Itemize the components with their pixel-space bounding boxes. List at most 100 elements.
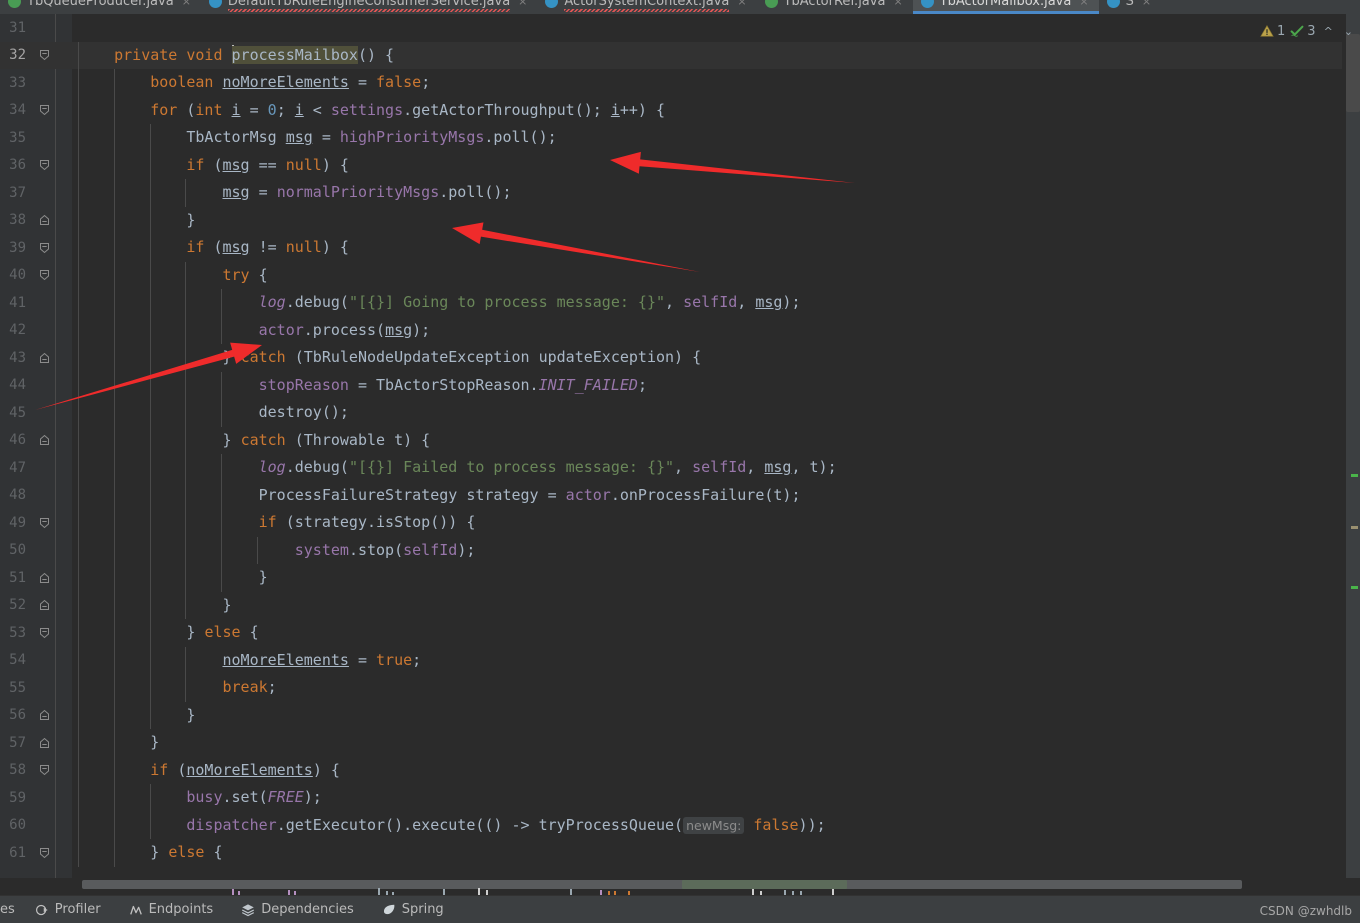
inspection-ok-indicator[interactable]: 3	[1290, 24, 1316, 39]
code-line-31[interactable]	[72, 14, 1342, 42]
gutter-line-45[interactable]: 45	[0, 399, 72, 427]
code-line-55[interactable]: break;	[72, 674, 1342, 702]
close-icon[interactable]: ×	[1079, 0, 1088, 8]
code-line-37[interactable]: msg = normalPriorityMsgs.poll();	[72, 179, 1342, 207]
code-line-34[interactable]: for (int i = 0; i < settings.getActorThr…	[72, 96, 1342, 124]
scrollbar-thumb[interactable]	[1346, 34, 1360, 112]
gutter-line-60[interactable]: 60	[0, 812, 72, 840]
fold-expand-icon[interactable]	[39, 710, 50, 721]
fold-collapse-icon[interactable]	[39, 50, 50, 61]
code-line-58[interactable]: if (noMoreElements) {	[72, 756, 1342, 784]
code-line-53[interactable]: } else {	[72, 619, 1342, 647]
close-icon[interactable]: ×	[182, 0, 191, 8]
gutter-line-46[interactable]: 46	[0, 427, 72, 455]
code-line-60[interactable]: dispatcher.getExecutor().execute(() -> t…	[72, 811, 1342, 839]
editor-minimap-strip[interactable]	[0, 887, 1360, 895]
editor-tab-s[interactable]: S ×	[1099, 0, 1161, 14]
warning-indicator[interactable]: 1	[1260, 24, 1285, 39]
fold-expand-icon[interactable]	[39, 435, 50, 446]
bottom-tool-dependencies[interactable]: Dependencies	[227, 896, 368, 923]
gutter-line-36[interactable]: 36	[0, 152, 72, 180]
gutter-line-50[interactable]: 50	[0, 537, 72, 565]
editor-tab-tbqueueproducer-java[interactable]: TbQueueProducer.java ×	[0, 0, 201, 14]
fold-expand-icon[interactable]	[39, 215, 50, 226]
code-line-44[interactable]: stopReason = TbActorStopReason.INIT_FAIL…	[72, 371, 1342, 399]
gutter-line-33[interactable]: 33	[0, 69, 72, 97]
code-line-40[interactable]: try {	[72, 261, 1342, 289]
editor-tab-tbactorref-java[interactable]: TbActorRef.java ×	[757, 0, 913, 14]
code-line-43[interactable]: } catch (TbRuleNodeUpdateException updat…	[72, 344, 1342, 372]
code-line-59[interactable]: busy.set(FREE);	[72, 784, 1342, 812]
gutter-line-56[interactable]: 56	[0, 702, 72, 730]
gutter-line-42[interactable]: 42	[0, 317, 72, 345]
close-icon[interactable]: ×	[518, 0, 527, 8]
editor-tab-defaulttbruleengineconsumerservice-java[interactable]: DefaultTbRuleEngineConsumerService.java ×	[201, 0, 537, 14]
editor-tab-bar[interactable]: TbQueueProducer.java × DefaultTbRuleEngine…	[0, 0, 1360, 14]
editor-gutter[interactable]: 31 32 33 34 35 36 37 38 39 40 41 42 43 44 45 46 47 48 49 50…	[0, 14, 72, 878]
code-line-32[interactable]: private void processMailbox() {	[72, 41, 1342, 69]
gutter-line-49[interactable]: 49	[0, 509, 72, 537]
code-line-54[interactable]: noMoreElements = true;	[72, 646, 1342, 674]
gutter-line-52[interactable]: 52	[0, 592, 72, 620]
bottom-tool-window-bar[interactable]: es Profiler Endpoints Dependencies Spring CSD…	[0, 895, 1360, 923]
marker-scrollbar[interactable]	[1346, 14, 1360, 878]
gutter-line-34[interactable]: 34	[0, 97, 72, 125]
editor-tab-actorsystemcontext-java[interactable]: ActorSystemContext.java ×	[537, 0, 756, 14]
marker-bar-mark[interactable]	[1351, 526, 1358, 529]
code-line-51[interactable]: }	[72, 564, 1342, 592]
gutter-line-38[interactable]: 38	[0, 207, 72, 235]
inspection-widget[interactable]: 1 3 ^ ⌄	[1260, 20, 1356, 42]
gutter-line-61[interactable]: 61	[0, 839, 72, 867]
gutter-line-55[interactable]: 55	[0, 674, 72, 702]
code-line-61[interactable]: } else {	[72, 839, 1342, 867]
bottom-tool-profiler[interactable]: Profiler	[21, 896, 115, 923]
gutter-line-37[interactable]: 37	[0, 179, 72, 207]
gutter-line-44[interactable]: 44	[0, 372, 72, 400]
gutter-line-59[interactable]: 59	[0, 784, 72, 812]
code-line-49[interactable]: if (strategy.isStop()) {	[72, 509, 1342, 537]
editor-tab-tbactormailbox-java[interactable]: TbActorMailbox.java ×	[912, 0, 1099, 14]
fold-expand-icon[interactable]	[39, 352, 50, 363]
code-editor[interactable]: 31 32 33 34 35 36 37 38 39 40 41 42 43 44 45 46 47 48 49 50…	[0, 14, 1360, 878]
fold-collapse-icon[interactable]	[39, 270, 50, 281]
fold-collapse-icon[interactable]	[39, 517, 50, 528]
chevron-down-icon[interactable]: ⌄	[1341, 25, 1356, 38]
code-line-48[interactable]: ProcessFailureStrategy strategy = actor.…	[72, 481, 1342, 509]
gutter-line-47[interactable]: 47	[0, 454, 72, 482]
fold-expand-icon[interactable]	[39, 600, 50, 611]
code-line-57[interactable]: }	[72, 729, 1342, 757]
code-line-33[interactable]: boolean noMoreElements = false;	[72, 69, 1342, 97]
fold-expand-icon[interactable]	[39, 737, 50, 748]
gutter-line-48[interactable]: 48	[0, 482, 72, 510]
fold-collapse-icon[interactable]	[39, 105, 50, 116]
marker-bar-mark[interactable]	[1351, 474, 1358, 477]
gutter-line-31[interactable]: 31	[0, 14, 72, 42]
code-line-36[interactable]: if (msg == null) {	[72, 151, 1342, 179]
marker-bar-mark[interactable]	[1351, 586, 1358, 589]
code-line-35[interactable]: TbActorMsg msg = highPriorityMsgs.poll()…	[72, 124, 1342, 152]
code-line-45[interactable]: destroy();	[72, 399, 1342, 427]
close-icon[interactable]: ×	[737, 0, 746, 8]
gutter-line-54[interactable]: 54	[0, 647, 72, 675]
gutter-line-39[interactable]: 39	[0, 234, 72, 262]
code-line-56[interactable]: }	[72, 701, 1342, 729]
code-line-42[interactable]: actor.process(msg);	[72, 316, 1342, 344]
bottom-tool-spring[interactable]: Spring	[368, 896, 458, 923]
gutter-line-57[interactable]: 57	[0, 729, 72, 757]
close-icon[interactable]: ×	[1142, 0, 1151, 8]
code-line-41[interactable]: log.debug("[{}] Going to process message…	[72, 289, 1342, 317]
code-line-38[interactable]: }	[72, 206, 1342, 234]
fold-expand-icon[interactable]	[39, 572, 50, 583]
code-line-39[interactable]: if (msg != null) {	[72, 234, 1342, 262]
fold-collapse-icon[interactable]	[39, 242, 50, 253]
fold-collapse-icon[interactable]	[39, 627, 50, 638]
gutter-line-51[interactable]: 51	[0, 564, 72, 592]
bottom-tool-es[interactable]: es	[0, 896, 21, 923]
close-icon[interactable]: ×	[893, 0, 902, 8]
gutter-line-43[interactable]: 43	[0, 344, 72, 372]
gutter-line-53[interactable]: 53	[0, 619, 72, 647]
fold-collapse-icon[interactable]	[39, 160, 50, 171]
gutter-line-32[interactable]: 32	[0, 41, 72, 69]
code-line-47[interactable]: log.debug("[{}] Failed to process messag…	[72, 454, 1342, 482]
gutter-line-58[interactable]: 58	[0, 757, 72, 785]
